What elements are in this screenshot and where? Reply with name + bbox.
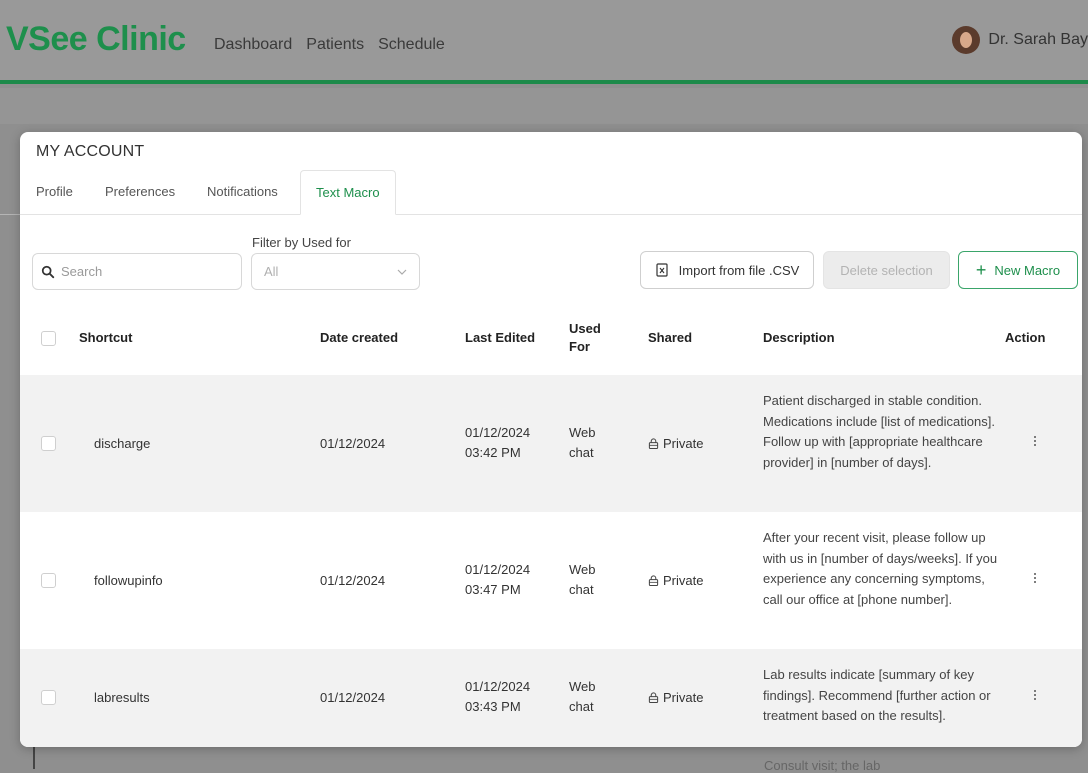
row-checkbox[interactable] — [41, 573, 56, 588]
used-for-line1: Web — [569, 425, 596, 440]
nav-patients[interactable]: Patients — [306, 36, 364, 54]
shared-cell: Private — [648, 571, 703, 591]
modal-title: MY ACCOUNT — [36, 143, 145, 160]
table-row[interactable]: discharge 01/12/2024 01/12/2024 03:42 PM… — [20, 375, 1082, 512]
edited-date: 01/12/2024 — [465, 562, 531, 577]
col-date-created[interactable]: Date created — [320, 329, 398, 347]
tab-preferences[interactable]: Preferences — [105, 170, 175, 214]
edited-date: 01/12/2024 — [465, 425, 531, 440]
description-cell: Patient discharged in stable condition. … — [763, 393, 995, 470]
nav-schedule[interactable]: Schedule — [378, 36, 445, 54]
description-cell: After your recent visit, please follow u… — [763, 530, 998, 607]
used-for-line2: chat — [569, 445, 594, 460]
used-for-filter-select[interactable]: All — [251, 253, 420, 290]
col-action: Action — [1005, 330, 1046, 345]
date-created-cell: 01/12/2024 — [320, 690, 386, 705]
table-header: Shortcut Date created Last Edited Used F… — [20, 304, 1082, 374]
import-csv-button[interactable]: Import from file .CSV — [640, 251, 814, 289]
app-header: VSee Clinic Dashboard Patients Schedule … — [0, 0, 1088, 84]
used-for-line2: chat — [569, 582, 594, 597]
col-used-for-line2: For — [569, 339, 590, 354]
search-icon — [41, 265, 55, 278]
description-cell: Lab results indicate [summary of key fin… — [763, 667, 991, 723]
tab-profile[interactable]: Profile — [36, 170, 73, 214]
more-actions-icon[interactable] — [1032, 573, 1038, 583]
used-for-line1: Web — [569, 679, 596, 694]
account-tabs: Profile Preferences Notifications Text M… — [20, 170, 1082, 215]
col-shared[interactable]: Shared — [648, 329, 692, 347]
user-name: Dr. Sarah Bay — [988, 31, 1088, 48]
edited-time: 03:42 PM — [465, 445, 521, 460]
nav-dashboard[interactable]: Dashboard — [214, 36, 292, 54]
shared-label: Private — [663, 690, 704, 705]
search-box[interactable] — [32, 253, 242, 290]
table-row[interactable]: labresults 01/12/2024 01/12/2024 03:43 P… — [20, 649, 1082, 747]
used-for-cell: Web chat — [569, 423, 596, 463]
more-actions-icon[interactable] — [1032, 690, 1038, 700]
delete-label: Delete selection — [840, 262, 933, 278]
shared-cell: Private — [648, 688, 703, 708]
main-nav: Dashboard Patients Schedule — [214, 36, 445, 54]
delete-selection-button[interactable]: Delete selection — [823, 251, 950, 289]
shortcut-cell[interactable]: labresults — [94, 688, 150, 708]
edited-time: 03:47 PM — [465, 582, 521, 597]
filter-label: Filter by Used for — [252, 235, 351, 250]
tab-notifications[interactable]: Notifications — [207, 170, 278, 214]
edited-time: 03:43 PM — [465, 699, 521, 714]
background-text: Consult visit; the lab — [764, 758, 881, 773]
chevron-down-icon — [397, 269, 407, 275]
background-divider — [0, 214, 20, 215]
row-checkbox[interactable] — [41, 436, 56, 451]
user-menu[interactable]: Dr. Sarah Bay — [952, 26, 1088, 54]
select-all-checkbox[interactable] — [41, 331, 56, 346]
col-shortcut[interactable]: Shortcut — [79, 329, 132, 347]
row-checkbox[interactable] — [41, 690, 56, 705]
import-label: Import from file .CSV — [678, 262, 800, 278]
used-for-line2: chat — [569, 699, 594, 714]
used-for-line1: Web — [569, 562, 596, 577]
last-edited-cell: 01/12/2024 03:43 PM — [465, 677, 530, 717]
shortcut-cell[interactable]: followupinfo — [94, 571, 163, 591]
lock-icon — [648, 438, 659, 450]
lock-icon — [648, 692, 659, 704]
last-edited-cell: 01/12/2024 03:47 PM — [465, 560, 530, 600]
sub-header — [0, 88, 1088, 124]
more-actions-icon[interactable] — [1032, 436, 1038, 446]
my-account-modal: MY ACCOUNT Profile Preferences Notificat… — [20, 132, 1082, 747]
shared-label: Private — [663, 573, 704, 588]
shortcut-cell[interactable]: discharge — [94, 434, 150, 454]
used-for-cell: Web chat — [569, 677, 596, 717]
avatar — [952, 26, 981, 54]
shared-cell: Private — [648, 434, 703, 454]
used-for-cell: Web chat — [569, 560, 596, 600]
new-macro-button[interactable]: + New Macro — [958, 251, 1078, 289]
shared-label: Private — [663, 436, 704, 451]
filter-value: All — [264, 264, 279, 279]
new-macro-label: New Macro — [994, 262, 1061, 278]
table-row[interactable]: followupinfo 01/12/2024 01/12/2024 03:47… — [20, 512, 1082, 649]
date-created-cell: 01/12/2024 — [320, 436, 386, 451]
tab-text-macro[interactable]: Text Macro — [300, 170, 396, 215]
edited-date: 01/12/2024 — [465, 679, 531, 694]
col-description: Description — [763, 330, 835, 345]
last-edited-cell: 01/12/2024 03:42 PM — [465, 423, 530, 463]
col-used-for-line1: Used — [569, 321, 601, 336]
lock-icon — [648, 575, 659, 587]
col-last-edited[interactable]: Last Edited — [465, 329, 535, 347]
col-used-for[interactable]: Used For — [569, 320, 601, 356]
file-icon — [656, 263, 668, 277]
brand-logo[interactable]: VSee Clinic — [6, 20, 186, 59]
search-input[interactable] — [59, 263, 213, 280]
date-created-cell: 01/12/2024 — [320, 573, 386, 588]
plus-icon: + — [975, 260, 987, 280]
